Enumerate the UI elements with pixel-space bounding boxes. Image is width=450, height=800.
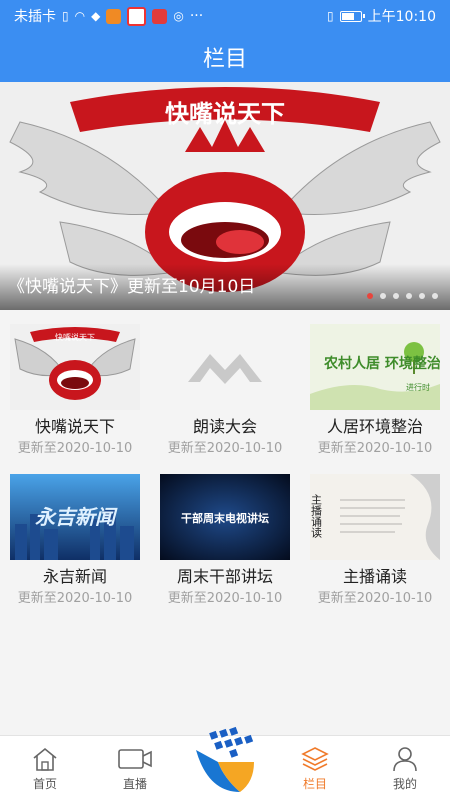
column-title: 快嘴说天下 xyxy=(34,417,115,436)
column-card-kuaizui[interactable]: 快嘴说天下 快嘴说天下 更新至2020-10-10 xyxy=(0,324,150,474)
column-thumbnail: 农村人居 环境整治 进行时 xyxy=(310,324,440,410)
column-title: 主播诵读 xyxy=(342,567,407,586)
banner-caption: 《快嘴说天下》更新至10月10日 xyxy=(0,264,450,310)
column-card-zhubo[interactable]: 主播诵读 主播诵读 更新至2020-10-10 xyxy=(300,474,450,624)
status-time: 上午10:10 xyxy=(367,9,436,25)
carousel-dot[interactable] xyxy=(406,293,412,299)
navigation-icon: ◆ xyxy=(91,9,101,23)
placeholder-logo-icon xyxy=(160,324,290,410)
column-title: 永吉新闻 xyxy=(42,567,107,586)
page-title: 栏目 xyxy=(202,47,247,72)
nav-columns[interactable]: 栏目 xyxy=(270,736,360,800)
nav-live[interactable]: 直播 xyxy=(90,736,180,800)
vibrate-icon: ▯ xyxy=(327,9,334,23)
nav-live-label: 直播 xyxy=(122,777,147,791)
more-notifications: ··· xyxy=(189,8,204,24)
column-grid: 快嘴说天下 快嘴说天下 更新至2020-10-10 朗读大会 更新至2020-1… xyxy=(0,324,450,624)
carousel-dot[interactable] xyxy=(380,293,386,299)
column-updated: 更新至2020-10-10 xyxy=(17,591,133,606)
home-icon xyxy=(33,747,57,771)
nav-home-label: 首页 xyxy=(32,777,57,791)
column-updated: 更新至2020-10-10 xyxy=(317,591,433,606)
svg-text:永吉新闻: 永吉新闻 xyxy=(35,505,118,529)
nav-mine-label: 我的 xyxy=(392,777,417,791)
nav-mine[interactable]: 我的 xyxy=(360,736,450,800)
svg-text:主播诵读: 主播诵读 xyxy=(310,494,323,539)
status-bar: 未插卡 ▯ ◠ ◆ ◎ ··· ▯ 上午10:10 xyxy=(0,0,450,32)
column-title: 朗读大会 xyxy=(192,417,257,436)
app-logo-icon[interactable] xyxy=(188,722,262,796)
column-updated: 更新至2020-10-10 xyxy=(317,441,433,456)
column-thumbnail: 干部周末电视讲坛 xyxy=(160,474,290,560)
layers-icon xyxy=(301,747,329,771)
column-card-yongji-news[interactable]: 永吉新闻 永吉新闻 更新至2020-10-10 xyxy=(0,474,150,624)
column-card-ganbu[interactable]: 干部周末电视讲坛 周末干部讲坛 更新至2020-10-10 xyxy=(150,474,300,624)
column-title: 人居环境整治 xyxy=(326,417,423,436)
bottom-navigation: 首页 直播 栏目 我的 xyxy=(0,726,450,800)
carousel-indicator xyxy=(367,293,438,299)
title-bar: 栏目 xyxy=(0,32,450,82)
carousel-dot[interactable] xyxy=(367,293,373,299)
carousel-dot[interactable] xyxy=(432,293,438,299)
carousel-dot[interactable] xyxy=(419,293,425,299)
app-notification-icon xyxy=(106,8,122,24)
svg-text:进行时: 进行时 xyxy=(406,382,430,392)
carousel-dot[interactable] xyxy=(393,293,399,299)
carrier-text: 未插卡 xyxy=(14,9,56,25)
banner-carousel[interactable]: 快嘴说天下 《快嘴说天下》更新至10月10日 xyxy=(0,82,450,310)
svg-text:干部周末电视讲坛: 干部周末电视讲坛 xyxy=(181,511,269,525)
column-updated: 更新至2020-10-10 xyxy=(167,441,283,456)
column-thumbnail: 主播诵读 xyxy=(310,474,440,560)
app-notification-icon xyxy=(152,8,168,24)
column-updated: 更新至2020-10-10 xyxy=(167,591,283,606)
svg-text:农村人居 环境整治: 农村人居 环境整治 xyxy=(323,355,440,372)
column-updated: 更新至2020-10-10 xyxy=(17,441,133,456)
nav-columns-label: 栏目 xyxy=(302,777,327,791)
user-icon xyxy=(393,747,417,772)
app-notification-icon xyxy=(127,6,147,26)
nav-home[interactable]: 首页 xyxy=(0,736,90,800)
column-card-langdu[interactable]: 朗读大会 更新至2020-10-10 xyxy=(150,324,300,474)
battery-icon xyxy=(339,10,365,22)
svg-text:快嘴说天下: 快嘴说天下 xyxy=(55,332,95,342)
wifi-icon: ◠ xyxy=(74,9,86,23)
column-thumbnail xyxy=(160,324,290,410)
sim-icon: ▯ xyxy=(62,9,69,23)
browser-icon: ◎ xyxy=(173,9,184,23)
column-thumbnail: 快嘴说天下 xyxy=(10,324,140,410)
column-title: 周末干部讲坛 xyxy=(176,567,273,586)
column-card-renju[interactable]: 农村人居 环境整治 进行时 人居环境整治 更新至2020-10-10 xyxy=(300,324,450,474)
video-camera-icon xyxy=(118,749,152,769)
column-thumbnail: 永吉新闻 xyxy=(10,474,140,560)
